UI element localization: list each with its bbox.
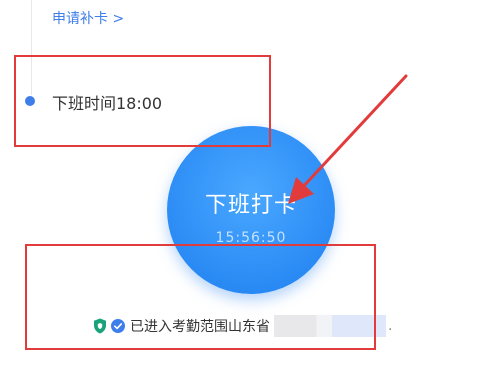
trailing-dot: . [388, 318, 393, 334]
clock-out-label: 下班打卡 [204, 193, 297, 218]
annotation-box-bottom [25, 244, 376, 350]
apply-supplement-link[interactable]: 申请补卡 > [52, 8, 124, 28]
annotation-box-top [14, 55, 271, 147]
attendance-clock-screen: 申请补卡 > 下班时间18:00 下班打卡 15:56:50 已进入考勤范围山东… [0, 0, 499, 371]
